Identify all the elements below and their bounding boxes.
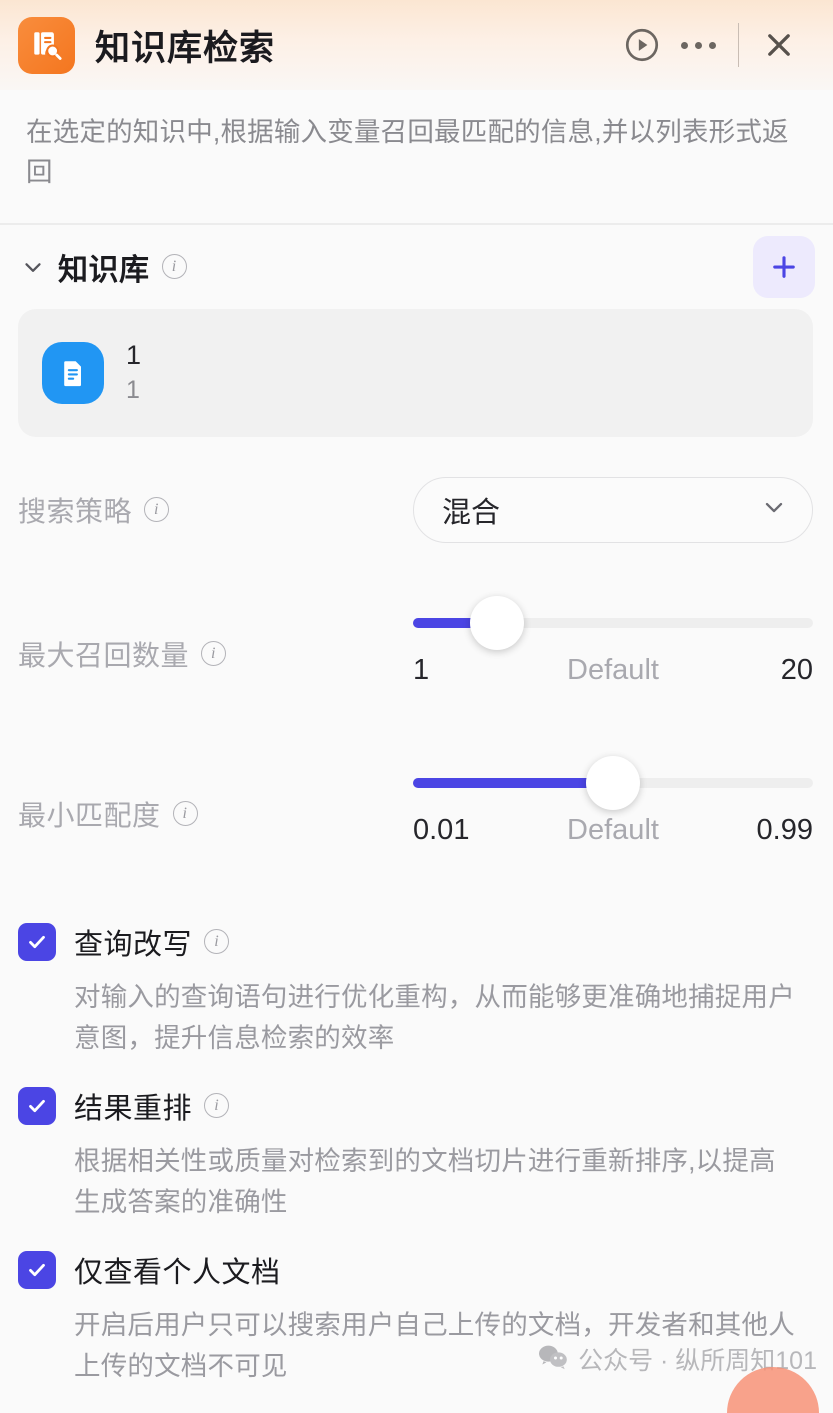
more-button[interactable] — [670, 17, 726, 73]
min-match-label: 最小匹配度 — [18, 799, 161, 831]
min-match-row: 最小匹配度 i 0.01 Default 0.99 — [0, 743, 833, 885]
query-rewrite-info-icon[interactable]: i — [204, 929, 230, 955]
result-rerank-info-icon[interactable]: i — [204, 1093, 230, 1119]
query-rewrite-description: 对输入的查询语句进行优化重构，从而能够更准确地捕捉用户意图，提升信息检索的效率 — [74, 981, 795, 1053]
min-match-info-icon[interactable]: i — [172, 801, 198, 827]
min-match-thumb[interactable] — [586, 755, 640, 810]
document-icon — [42, 341, 104, 404]
knowledge-section-header: 知识库 i — [0, 225, 833, 301]
run-button[interactable] — [614, 17, 670, 73]
knowledge-base-text: 1 1 — [126, 339, 141, 407]
search-strategy-label-group: 搜索策略 i — [18, 490, 170, 530]
min-match-max: 0.99 — [756, 813, 813, 846]
min-match-track[interactable] — [413, 755, 813, 810]
max-recall-row: 最大召回数量 i 1 Default 20 — [0, 583, 833, 725]
query-rewrite-checkbox[interactable] — [18, 922, 56, 961]
max-recall-track[interactable] — [413, 595, 813, 650]
personal-docs-only-label: 仅查看个人文档 — [74, 1256, 281, 1289]
add-knowledge-button[interactable] — [753, 235, 815, 298]
chevron-down-icon[interactable] — [20, 254, 46, 280]
check-icon — [29, 1099, 45, 1112]
query-rewrite-label: 查询改写 — [74, 928, 193, 961]
result-rerank-description: 根据相关性或质量对检索到的文档切片进行重新排序,以提高生成答案的准确性 — [74, 1145, 776, 1217]
search-strategy-select[interactable]: 混合 — [413, 476, 813, 543]
knowledge-base-item[interactable]: 1 1 — [18, 308, 813, 437]
search-strategy-row: 搜索策略 i 混合 — [0, 455, 833, 565]
result-rerank-checkbox[interactable] — [18, 1086, 56, 1125]
search-strategy-info-icon[interactable]: i — [144, 497, 170, 523]
chevron-down-icon — [760, 493, 788, 526]
personal-docs-only-description: 开启后用户只可以搜索用户自己上传的文档，开发者和其他人上传的文档不可见 — [74, 1309, 795, 1381]
option-result-rerank: 结果重排 i 根据相关性或质量对检索到的文档切片进行重新排序,以提高生成答案的准… — [0, 1085, 833, 1223]
close-icon — [768, 34, 790, 56]
min-match-labels: 0.01 Default 0.99 — [413, 814, 813, 850]
panel-header: 知识库检索 — [0, 0, 833, 90]
max-recall-thumb[interactable] — [470, 595, 524, 650]
min-match-label-group: 最小匹配度 i — [18, 794, 198, 834]
check-icon — [29, 1263, 45, 1276]
max-recall-label-group: 最大召回数量 i — [18, 634, 227, 674]
option-result-rerank-head: 结果重排 i — [18, 1085, 813, 1127]
knowledge-base-name: 1 — [126, 339, 142, 370]
max-recall-labels: 1 Default 20 — [413, 654, 813, 690]
max-recall-min: 1 — [413, 653, 430, 686]
check-icon — [29, 935, 45, 948]
min-match-min: 0.01 — [413, 813, 470, 846]
document-search-icon — [18, 16, 75, 74]
header-divider — [738, 23, 739, 67]
personal-docs-only-checkbox[interactable] — [18, 1250, 56, 1289]
max-recall-info-icon[interactable]: i — [201, 641, 227, 667]
knowledge-base-subtitle: 1 — [126, 376, 140, 405]
option-personal-docs-only: 仅查看个人文档 开启后用户只可以搜索用户自己上传的文档，开发者和其他人上传的文档… — [0, 1249, 833, 1387]
header-actions — [614, 17, 807, 73]
max-recall-label: 最大召回数量 — [18, 639, 190, 671]
min-match-slider[interactable]: 0.01 Default 0.99 — [413, 755, 813, 869]
page-title: 知识库检索 — [95, 28, 276, 68]
more-icon — [680, 41, 716, 49]
search-strategy-label: 搜索策略 — [18, 495, 133, 527]
search-strategy-value: 混合 — [442, 496, 501, 529]
knowledge-info-icon[interactable]: i — [161, 254, 187, 280]
knowledge-section-title: 知识库 — [58, 253, 150, 287]
max-recall-max: 20 — [780, 653, 813, 686]
min-match-track-fill — [413, 777, 613, 788]
plus-icon — [773, 255, 795, 278]
max-recall-default: Default — [567, 653, 659, 686]
option-query-rewrite: 查询改写 i 对输入的查询语句进行优化重构，从而能够更准确地捕捉用户意图，提升信… — [0, 921, 833, 1059]
min-match-default: Default — [567, 813, 659, 846]
option-personal-docs-only-head: 仅查看个人文档 — [18, 1249, 813, 1291]
max-recall-slider[interactable]: 1 Default 20 — [413, 595, 813, 709]
close-button[interactable] — [751, 17, 807, 73]
result-rerank-label: 结果重排 — [74, 1092, 193, 1125]
knowledge-retrieval-panel: 知识库检索 在选定的知识中,根据输入变量召回最匹配的信息,并以列表形式返回 知识… — [0, 0, 833, 1413]
option-query-rewrite-head: 查询改写 i — [18, 921, 813, 963]
panel-description: 在选定的知识中,根据输入变量召回最匹配的信息,并以列表形式返回 — [0, 90, 833, 223]
